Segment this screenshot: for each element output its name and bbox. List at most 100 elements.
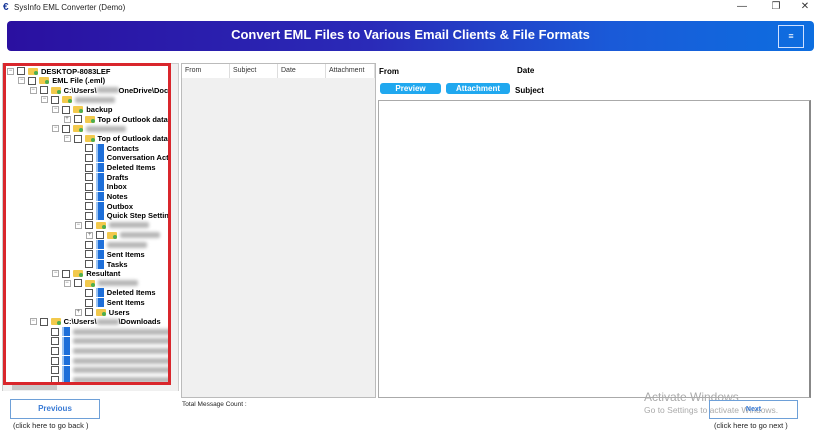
tree-checkbox[interactable]	[84, 153, 93, 162]
tree-node[interactable]: Quick Step Setting	[75, 211, 173, 221]
tree-checkbox[interactable]	[73, 134, 82, 143]
tree-checkbox[interactable]	[84, 240, 93, 249]
tree-node[interactable]: Drafts	[75, 172, 128, 182]
tree-checkbox[interactable]	[50, 95, 59, 104]
tree-checkbox[interactable]	[39, 86, 48, 95]
close-button[interactable]: ✕	[795, 1, 815, 12]
tree-node[interactable]	[41, 327, 178, 337]
tree-node[interactable]	[41, 365, 178, 375]
tree-checkbox[interactable]	[62, 269, 71, 278]
tree-checkbox[interactable]	[62, 105, 71, 114]
collapse-icon[interactable]: −	[40, 96, 48, 104]
tree-checkbox[interactable]	[50, 375, 59, 384]
tree-node[interactable]: + Top of Outlook data fi	[63, 114, 174, 124]
tree-checkbox[interactable]	[84, 182, 93, 191]
collapse-icon[interactable]: −	[74, 221, 82, 229]
attachment-button[interactable]: Attachment	[446, 83, 510, 94]
tree-node[interactable]: − Top of Outlook data fi	[63, 134, 174, 144]
tree-checkbox[interactable]	[96, 231, 105, 240]
tree-checkbox[interactable]	[84, 173, 93, 182]
tree-node[interactable]: − C:\Users\ OneDrive\Doc	[29, 85, 168, 95]
tree-checkbox[interactable]	[84, 163, 93, 172]
tree-node[interactable]: − backup	[52, 105, 112, 115]
tree-node[interactable]: Conversation Acti	[75, 153, 171, 163]
tree-node[interactable]	[41, 346, 178, 356]
tree-checkbox[interactable]	[73, 115, 82, 124]
tree-node[interactable]	[75, 240, 147, 250]
tree-node[interactable]: −	[63, 278, 138, 288]
tree-node[interactable]: Contacts	[75, 143, 139, 153]
tree-checkbox[interactable]	[50, 346, 59, 355]
tree-checkbox[interactable]	[62, 124, 71, 133]
tree-checkbox[interactable]	[28, 76, 37, 85]
collapse-icon[interactable]: −	[29, 318, 37, 326]
tree-checkbox[interactable]	[50, 366, 59, 375]
tree-checkbox[interactable]	[84, 288, 93, 297]
menu-button[interactable]: ≡	[778, 25, 804, 48]
mail-file-icon	[95, 153, 104, 163]
column-from[interactable]: From	[182, 64, 230, 78]
tree-checkbox[interactable]	[84, 308, 93, 317]
tree-node[interactable]: − Resultant	[52, 269, 120, 279]
minimize-button[interactable]: —	[732, 1, 752, 12]
message-list[interactable]	[181, 63, 376, 398]
tree-checkbox[interactable]	[17, 67, 25, 75]
tree-node[interactable]: − DESKTOP-8083LEF	[7, 66, 110, 76]
collapse-icon[interactable]: −	[63, 135, 71, 143]
restore-button[interactable]: ❐	[766, 1, 786, 12]
tree-node[interactable]: +	[86, 230, 161, 240]
tree-checkbox[interactable]	[39, 317, 48, 326]
redacted-label	[120, 232, 161, 239]
tree-node[interactable]: Deleted Items	[75, 163, 156, 173]
mail-file-icon	[61, 375, 70, 385]
tree-node[interactable]: − EML File (.eml)	[18, 76, 105, 86]
tree-vertical-scrollbar[interactable]	[170, 64, 178, 384]
collapse-icon[interactable]: −	[29, 86, 37, 94]
collapse-icon[interactable]: −	[63, 279, 71, 287]
collapse-icon[interactable]: −	[52, 106, 60, 114]
column-subject[interactable]: Subject	[230, 64, 278, 78]
tree-checkbox[interactable]	[50, 327, 59, 336]
next-button[interactable]: Next	[709, 400, 798, 419]
collapse-icon[interactable]: −	[18, 77, 26, 85]
scrollbar-thumb[interactable]	[12, 385, 57, 390]
tree-checkbox[interactable]	[50, 337, 59, 346]
tree-checkbox[interactable]	[84, 202, 93, 211]
expand-icon[interactable]: +	[74, 308, 82, 316]
tree-node[interactable]: −	[52, 124, 127, 134]
collapse-icon[interactable]: −	[52, 125, 60, 133]
tree-checkbox[interactable]	[84, 250, 93, 259]
tree-node[interactable]: Inbox	[75, 182, 127, 192]
collapse-icon[interactable]: −	[52, 270, 60, 278]
message-preview[interactable]	[378, 100, 811, 398]
column-attachment[interactable]: Attachment	[326, 64, 375, 78]
previous-button[interactable]: Previous	[10, 399, 100, 419]
tree-node[interactable]	[41, 356, 178, 366]
tree-checkbox[interactable]	[84, 144, 93, 153]
expand-icon[interactable]: +	[86, 231, 94, 239]
tree-node[interactable]: Outbox	[75, 201, 133, 211]
tree-checkbox[interactable]	[50, 356, 59, 365]
folder-icon	[95, 221, 106, 229]
collapse-icon[interactable]: −	[7, 67, 14, 75]
tree-node[interactable]: Sent Items	[75, 249, 145, 259]
tree-node[interactable]: Notes	[75, 191, 128, 201]
tree-checkbox[interactable]	[84, 221, 93, 230]
tree-node[interactable]: Deleted Items	[75, 288, 156, 298]
tree-checkbox[interactable]	[84, 260, 93, 268]
tree-node[interactable]: −	[74, 220, 149, 230]
tree-checkbox[interactable]	[84, 211, 93, 220]
expand-icon[interactable]: +	[63, 115, 71, 123]
tree-checkbox[interactable]	[84, 192, 93, 201]
tree-node[interactable]: Sent Items	[75, 298, 145, 308]
tree-node[interactable]	[41, 336, 178, 346]
tree-checkbox[interactable]	[84, 298, 93, 307]
preview-button[interactable]: Preview	[380, 83, 441, 94]
tree-node[interactable]: − C:\Users\ \Downloads	[29, 317, 161, 327]
tree-node[interactable]: Tasks	[75, 259, 128, 269]
tree-node[interactable]: −	[40, 95, 115, 105]
tree-node[interactable]: + Users	[74, 307, 130, 317]
tree-checkbox[interactable]	[73, 279, 82, 288]
column-date[interactable]: Date	[278, 64, 326, 78]
folder-tree[interactable]: − DESKTOP-8083LEF − EML File (.eml) − C:\User…	[2, 63, 179, 391]
